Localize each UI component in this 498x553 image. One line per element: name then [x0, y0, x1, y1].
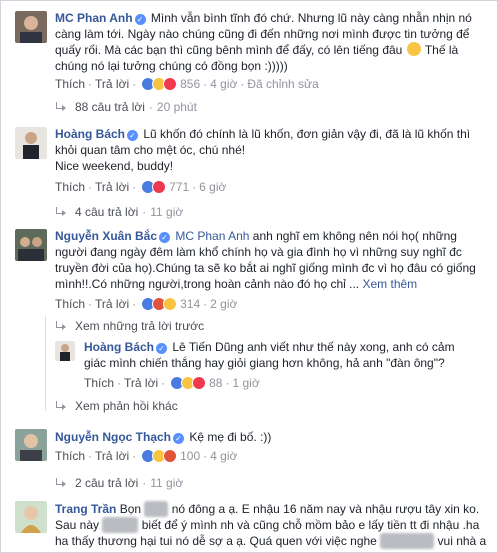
avatar[interactable] — [15, 127, 47, 159]
reaction-count: 856 — [180, 77, 201, 91]
reaction-count: 100 — [180, 449, 201, 463]
comments-panel: { "comments": [ { "name": "MC Phan Anh",… — [0, 0, 498, 553]
edited-label[interactable]: Đã chỉnh sửa — [247, 77, 318, 91]
like-button[interactable]: Thích — [55, 77, 85, 91]
censored-word: xxxxxx — [102, 517, 139, 533]
previous-replies-label[interactable]: Xem những trả lời trước — [75, 319, 204, 333]
like-button[interactable]: Thích — [55, 297, 85, 311]
comment-text: Kệ mẹ đi bố. :)) — [189, 430, 272, 444]
view-more-replies-link[interactable]: Xem phản hồi khác — [55, 399, 178, 413]
reply-arrow-icon — [55, 102, 67, 112]
commenter-name[interactable]: Hoàng Bách — [55, 127, 125, 141]
commenter-name[interactable]: Nguyễn Ngọc Thạch — [55, 430, 171, 444]
comment-actions: Thích · Trả lời · 314 · 2 giờ — [55, 297, 238, 311]
timestamp[interactable]: 1 giờ — [232, 376, 259, 390]
view-replies-link[interactable]: 88 câu trả lời · 20 phút — [55, 100, 197, 114]
verified-icon: ✓ — [134, 14, 146, 25]
comment-xuan-bac: Nguyễn Xuân Bắc ✓ MC Phan Anh anh nghĩ em… — [1, 223, 497, 421]
reply-button[interactable]: Trả lời — [95, 77, 129, 91]
commenter-name[interactable]: Nguyễn Xuân Bắc — [55, 229, 157, 243]
love-reaction-icon — [192, 376, 207, 390]
reply-arrow-icon — [55, 401, 67, 411]
reply-arrow-icon — [55, 478, 67, 488]
comment-phan-anh: MC Phan Anh ✓ Mình vẫn bình tĩnh đó chứ. … — [1, 1, 497, 121]
timestamp[interactable]: 2 giờ — [210, 297, 237, 311]
angry-reaction-icon — [163, 449, 178, 463]
replies-count[interactable]: 2 câu trả lời — [75, 476, 138, 490]
commenter-name[interactable]: Hoàng Bách — [84, 340, 154, 354]
like-button[interactable]: Thích — [55, 449, 85, 463]
replies-count[interactable]: 88 câu trả lời — [75, 100, 145, 114]
timestamp[interactable]: 4 giờ — [210, 449, 237, 463]
reaction-count: 314 — [180, 297, 201, 311]
reaction-icons[interactable] — [141, 449, 178, 463]
comment-text-a: Bọn — [119, 502, 142, 516]
timestamp[interactable]: 4 giờ — [210, 77, 237, 91]
thread-line — [45, 316, 46, 411]
comment-text-2: Nice weekend, buddy! — [55, 159, 174, 173]
commenter-name[interactable]: Trang Trần — [55, 502, 116, 516]
reaction-count: 88 — [209, 376, 223, 390]
mention-link[interactable]: MC Phan Anh — [175, 229, 249, 243]
verified-icon: ✓ — [173, 433, 185, 444]
comment-actions: Thích · Trả lời · 771 · 6 giờ — [55, 180, 227, 194]
avatar[interactable] — [15, 429, 47, 461]
reply-arrow-icon — [55, 207, 67, 217]
more-replies-label[interactable]: Xem phản hồi khác — [75, 399, 178, 413]
reply-button[interactable]: Trả lời — [95, 449, 129, 463]
commenter-name[interactable]: MC Phan Anh — [55, 11, 133, 25]
comment-ngoc-thach: Nguyễn Ngọc Thạch ✓ Kệ mẹ đi bố. :)) Thíc… — [1, 425, 497, 495]
view-previous-replies-link[interactable]: Xem những trả lời trước — [55, 319, 204, 333]
reply-button[interactable]: Trả lời — [124, 376, 158, 390]
reaction-icons[interactable] — [141, 180, 167, 194]
nested-reply: Hoàng Bách ✓ Lê Tiến Dũng anh viết như th… — [84, 339, 479, 371]
censored-word: xxxxxxxxx — [380, 533, 435, 549]
avatar[interactable] — [15, 11, 47, 43]
reaction-icons[interactable] — [141, 297, 178, 311]
avatar[interactable] — [15, 501, 47, 533]
replies-time: 11 giờ — [150, 476, 184, 490]
avatar[interactable] — [55, 341, 75, 361]
reply-arrow-icon — [55, 321, 67, 331]
reaction-count: 771 — [169, 180, 190, 194]
reply-actions: Thích · Trả lời · 88 · 1 giờ — [84, 376, 260, 390]
replies-count[interactable]: 4 câu trả lời — [75, 205, 138, 219]
like-button[interactable]: Thích — [84, 376, 114, 390]
comment-hoang-bach: Hoàng Bách ✓ Lũ khốn đó chính là lũ khốn,… — [1, 121, 497, 221]
verified-icon: ✓ — [156, 343, 168, 354]
smile-emoji-icon — [406, 42, 421, 56]
verified-icon: ✓ — [159, 232, 171, 243]
timestamp[interactable]: 6 giờ — [199, 180, 226, 194]
censored-word: xxxx — [144, 501, 169, 517]
view-replies-link[interactable]: 4 câu trả lời · 11 giờ — [55, 205, 183, 219]
replies-time: 11 giờ — [150, 205, 184, 219]
love-reaction-icon — [152, 180, 167, 194]
comment-actions: Thích · Trả lời · 100 · 4 giờ — [55, 449, 238, 463]
replies-time: 20 phút — [156, 100, 197, 114]
see-more-link[interactable]: Xem thêm — [362, 277, 417, 291]
verified-icon: ✓ — [127, 130, 139, 141]
avatar[interactable] — [15, 229, 47, 261]
reply-button[interactable]: Trả lời — [95, 297, 129, 311]
comment-actions: Thích · Trả lời · 856 · 4 giờ · Đã chỉnh sửa — [55, 77, 319, 91]
reaction-icons[interactable] — [141, 77, 178, 91]
haha-reaction-icon — [163, 297, 178, 311]
reply-button[interactable]: Trả lời — [95, 180, 129, 194]
love-reaction-icon — [163, 77, 178, 91]
reaction-icons[interactable] — [170, 376, 207, 390]
comment-trang-tran: Trang Trần Bọn xxxx nó đông a ạ. E nhậu … — [1, 495, 497, 553]
view-replies-link[interactable]: 2 câu trả lời · 11 giờ — [55, 476, 183, 490]
like-button[interactable]: Thích — [55, 180, 85, 194]
